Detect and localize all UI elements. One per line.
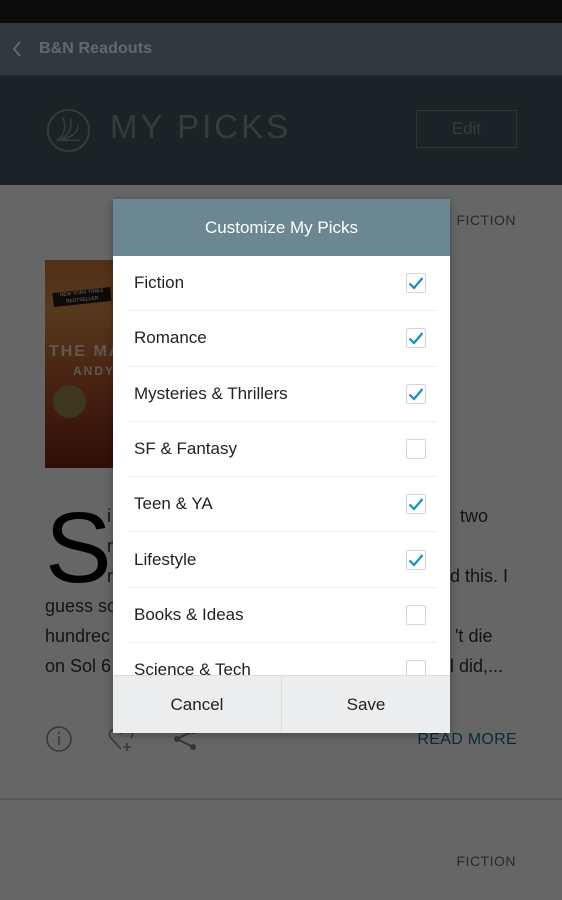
category-label: Fiction xyxy=(134,273,185,293)
category-checkbox[interactable] xyxy=(406,494,426,515)
category-checkbox[interactable] xyxy=(406,383,426,404)
category-label: Books & Ideas xyxy=(134,604,244,624)
checkmark-icon xyxy=(408,553,424,567)
category-label: Lifestyle xyxy=(134,549,197,569)
category-item[interactable]: Lifestyle xyxy=(127,532,436,588)
checkmark-icon xyxy=(408,388,424,401)
category-label: Mysteries & Thrillers xyxy=(134,383,288,403)
category-label: Teen & YA xyxy=(134,494,213,514)
customize-picks-dialog: Customize My Picks Fiction Romance Mysteri… xyxy=(113,199,450,733)
category-label: Romance xyxy=(134,328,207,348)
category-checkbox[interactable] xyxy=(406,604,426,625)
category-item[interactable]: SF & Fantasy xyxy=(127,422,436,478)
cancel-button[interactable]: Cancel xyxy=(113,676,281,733)
category-checkbox[interactable] xyxy=(406,328,426,349)
category-item[interactable]: Fiction xyxy=(127,256,436,312)
category-item[interactable]: Mysteries & Thrillers xyxy=(127,367,436,422)
checkmark-icon xyxy=(408,332,424,346)
category-checkbox[interactable] xyxy=(406,549,426,570)
category-checkbox[interactable] xyxy=(406,439,426,460)
dialog-title: Customize My Picks xyxy=(113,199,450,256)
category-label: SF & Fantasy xyxy=(134,439,237,459)
category-item[interactable]: Science & Tech xyxy=(127,643,436,675)
category-item[interactable]: Books & Ideas xyxy=(127,588,436,644)
category-list[interactable]: Fiction Romance Mysteries & Thrillers SF & … xyxy=(113,256,450,675)
category-checkbox[interactable] xyxy=(406,660,426,675)
checkmark-icon xyxy=(408,277,424,290)
category-item[interactable]: Romance xyxy=(127,311,436,367)
category-label: Science & Tech xyxy=(134,660,251,675)
category-checkbox[interactable] xyxy=(406,273,426,294)
save-button[interactable]: Save xyxy=(281,676,450,733)
checkmark-icon xyxy=(408,498,424,511)
category-item[interactable]: Teen & YA xyxy=(127,477,436,533)
dialog-footer: Cancel Save xyxy=(113,675,450,733)
